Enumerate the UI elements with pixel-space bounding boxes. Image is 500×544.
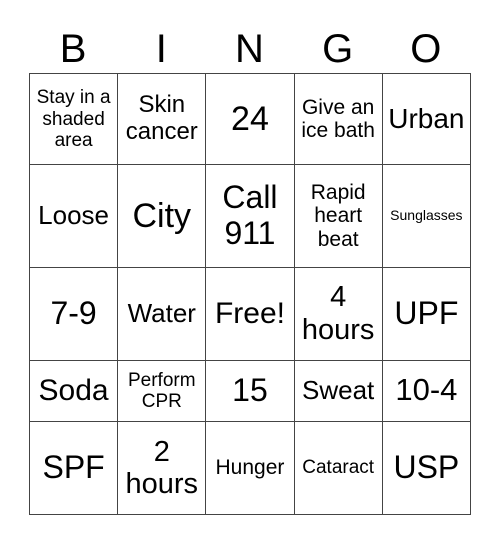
bingo-cell[interactable]: Hunger bbox=[205, 421, 295, 515]
bingo-cell[interactable]: Loose bbox=[28, 164, 119, 268]
bingo-cell[interactable]: Urban bbox=[381, 72, 472, 166]
bingo-cell[interactable]: SPF bbox=[28, 421, 119, 515]
bingo-cell[interactable]: Sweat bbox=[293, 359, 383, 423]
bingo-cell[interactable]: Perform CPR bbox=[117, 359, 207, 423]
bingo-cell[interactable]: Skin cancer bbox=[117, 72, 207, 166]
bingo-cell[interactable]: 15 bbox=[205, 359, 295, 423]
bingo-cell[interactable]: Cataract bbox=[293, 421, 383, 515]
bingo-row: 7-9 Water Free! 4 hours UPF bbox=[28, 266, 472, 361]
header-letter-b: B bbox=[59, 27, 87, 71]
bingo-row: Stay in a shaded area Skin cancer 24 Give a… bbox=[28, 72, 472, 166]
bingo-cell[interactable]: USP bbox=[381, 421, 472, 515]
bingo-cell[interactable]: Free! bbox=[205, 266, 295, 361]
bingo-cell[interactable]: Sunglasses bbox=[381, 164, 472, 268]
bingo-cell[interactable]: City bbox=[117, 164, 207, 268]
bingo-row: Soda Perform CPR 15 Sweat 10-4 bbox=[28, 359, 472, 423]
bingo-cell[interactable]: UPF bbox=[381, 266, 472, 361]
header-letter-g: G bbox=[322, 27, 354, 71]
bingo-header: BINGO bbox=[29, 26, 470, 72]
bingo-grid: Stay in a shaded area Skin cancer 24 Give a… bbox=[28, 72, 472, 515]
bingo-cell[interactable]: 10-4 bbox=[381, 359, 472, 423]
bingo-cell[interactable]: Give an ice bath bbox=[293, 72, 383, 166]
bingo-cell[interactable]: 2 hours bbox=[117, 421, 207, 515]
bingo-cell[interactable]: Stay in a shaded area bbox=[28, 72, 119, 166]
bingo-cell[interactable]: Call 911 bbox=[205, 164, 295, 268]
bingo-row: SPF 2 hours Hunger Cataract USP bbox=[28, 421, 472, 515]
header-letter-n: N bbox=[235, 27, 264, 71]
bingo-cell[interactable]: 7-9 bbox=[28, 266, 119, 361]
bingo-cell[interactable]: 4 hours bbox=[293, 266, 383, 361]
bingo-cell[interactable]: Soda bbox=[28, 359, 119, 423]
bingo-cell[interactable]: 24 bbox=[205, 72, 295, 166]
bingo-row: Loose City Call 911 Rapid heart beat Sunglas… bbox=[28, 164, 472, 268]
bingo-cell[interactable]: Water bbox=[117, 266, 207, 361]
header-letter-o: O bbox=[410, 27, 442, 71]
bingo-cell[interactable]: Rapid heart beat bbox=[293, 164, 383, 268]
header-letter-i: I bbox=[155, 27, 167, 71]
